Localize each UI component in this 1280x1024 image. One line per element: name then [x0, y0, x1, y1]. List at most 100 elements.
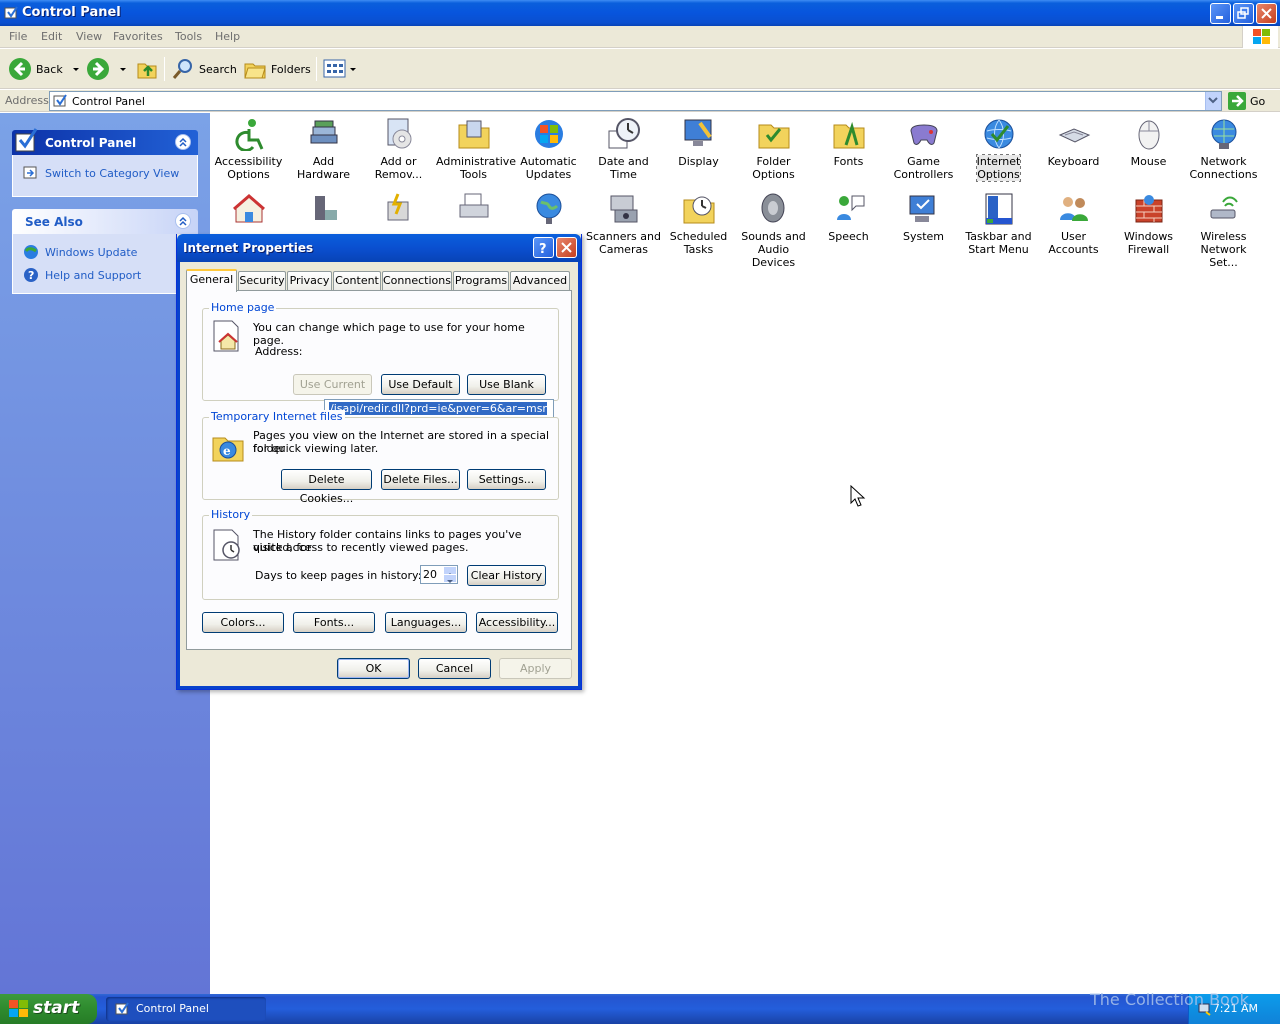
fonts-button[interactable]: Fonts... — [293, 612, 375, 633]
spinner-down-button[interactable] — [443, 574, 457, 583]
network-setup-item[interactable] — [211, 192, 286, 230]
temp-settings-button[interactable]: Settings... — [467, 469, 546, 490]
taskbar-start-menu-item[interactable]: Taskbar and Start Menu — [961, 192, 1036, 256]
address-bar: Address Control Panel Go — [0, 90, 1280, 112]
folder-options-item[interactable]: Folder Options — [736, 117, 811, 181]
go-button[interactable]: Go — [1228, 92, 1265, 110]
automatic-updates-item[interactable]: Automatic Updates — [511, 117, 586, 181]
menu-tools[interactable]: Tools — [175, 30, 202, 43]
scanners-cameras-item[interactable]: Scanners and Cameras — [586, 192, 661, 256]
forward-button[interactable] — [86, 55, 128, 83]
address-dropdown[interactable] — [1205, 92, 1221, 110]
watermark: The Collection Book — [1090, 990, 1249, 1009]
window-titlebar[interactable]: Control Panel — [0, 0, 1280, 26]
days-history-spinner[interactable]: 20 — [420, 565, 458, 584]
tab-privacy[interactable]: Privacy — [287, 271, 332, 291]
menu-favorites[interactable]: Favorites — [113, 30, 163, 43]
clear-history-button[interactable]: Clear History — [467, 565, 546, 586]
wireless-network-item[interactable]: Wireless Network Set... — [1186, 192, 1261, 269]
phone-modem-item[interactable] — [286, 192, 361, 230]
use-current-button[interactable]: Use Current — [293, 374, 372, 395]
menu-view[interactable]: View — [76, 30, 102, 43]
dialog-close-button[interactable] — [556, 237, 577, 258]
search-button[interactable]: Search — [171, 55, 237, 83]
taskbar-control-panel[interactable]: Control Panel — [106, 997, 266, 1021]
add-hardware-icon — [310, 120, 337, 144]
use-blank-button[interactable]: Use Blank — [467, 374, 546, 395]
add-remove-programs-item[interactable]: Add or Remov... — [361, 117, 436, 181]
chevron-down-icon — [350, 68, 356, 71]
sounds-audio-item[interactable]: Sounds and Audio Devices — [736, 192, 811, 269]
switch-category-view-link[interactable]: Switch to Category View — [23, 165, 187, 181]
svg-text:?: ? — [539, 242, 547, 254]
up-folder-button[interactable] — [136, 55, 158, 83]
add-hardware-item[interactable]: Add Hardware — [286, 117, 361, 181]
help-support-link[interactable]: ? Help and Support — [23, 267, 187, 283]
folders-button[interactable]: Folders — [243, 55, 311, 83]
folders-icon — [244, 63, 266, 79]
delete-files-button[interactable]: Delete Files... — [381, 469, 460, 490]
internet-options-item[interactable]: Internet Options — [961, 117, 1036, 182]
views-button[interactable] — [323, 55, 357, 83]
toolbar: Back Search Folders — [0, 49, 1280, 89]
cancel-button[interactable]: Cancel — [418, 658, 491, 679]
tab-connections[interactable]: Connections — [382, 271, 452, 291]
date-time-item[interactable]: Date and Time — [586, 117, 661, 181]
chevron-down-icon — [1208, 97, 1218, 104]
user-accounts-item[interactable]: User Accounts — [1036, 192, 1111, 256]
windows-firewall-item[interactable]: Windows Firewall — [1111, 192, 1186, 256]
tab-security[interactable]: Security — [238, 271, 286, 291]
history-group: History The History folder contains link… — [202, 508, 559, 600]
back-arrow-icon — [9, 58, 31, 80]
ok-button[interactable]: OK — [337, 658, 410, 679]
collapse-button[interactable] — [175, 213, 191, 229]
keyboard-item[interactable]: Keyboard — [1036, 117, 1111, 168]
menu-help[interactable]: Help — [215, 30, 240, 43]
home-page-address-input[interactable]: /isapi/redir.dll?prd=ie&pver=6&ar=msnhom… — [324, 399, 554, 418]
windows-update-link[interactable]: Windows Update — [23, 244, 187, 260]
restore-button[interactable] — [1233, 3, 1254, 24]
user-accounts-icon — [1059, 197, 1088, 221]
start-button[interactable]: start — [0, 994, 97, 1024]
mouse-item[interactable]: Mouse — [1111, 117, 1186, 168]
tab-advanced[interactable]: Advanced — [510, 271, 570, 291]
history-description-2: quick access to recently viewed pages. — [253, 541, 469, 554]
menu-file[interactable]: File — [9, 30, 27, 43]
control-panel-panel-header[interactable]: Control Panel — [12, 128, 198, 155]
tab-programs[interactable]: Programs — [453, 271, 509, 291]
administrative-tools-item[interactable]: Administrative Tools — [436, 117, 516, 181]
address-input[interactable]: Control Panel — [49, 91, 1222, 111]
game-controllers-item[interactable]: Game Controllers — [886, 117, 961, 181]
accessibility-button[interactable]: Accessibility... — [476, 612, 558, 633]
printers-faxes-item[interactable] — [436, 192, 511, 230]
window-title: Control Panel — [22, 5, 121, 20]
delete-cookies-button[interactable]: Delete Cookies... — [281, 469, 372, 505]
speech-item[interactable]: Speech — [811, 192, 886, 243]
regional-options-item[interactable] — [511, 192, 586, 230]
close-button[interactable] — [1256, 3, 1277, 24]
accessibility-options-item[interactable]: Accessibility Options — [211, 117, 286, 181]
dialog-help-button[interactable]: ? — [533, 237, 554, 258]
languages-button[interactable]: Languages... — [385, 612, 467, 633]
network-connections-item[interactable]: Network Connections — [1186, 117, 1261, 181]
display-item[interactable]: Display — [661, 117, 736, 168]
dialog-titlebar[interactable]: Internet Properties ? — [177, 234, 581, 262]
control-panel-icon — [4, 6, 18, 19]
switch-view-icon — [23, 166, 37, 179]
apply-button[interactable]: Apply — [499, 658, 572, 679]
add-remove-programs-icon — [387, 118, 411, 149]
fonts-item[interactable]: Fonts — [811, 117, 886, 168]
menu-edit[interactable]: Edit — [41, 30, 62, 43]
see-also-panel: See Also Windows Update ? Help and Suppo… — [12, 209, 198, 294]
collapse-button[interactable] — [175, 134, 191, 150]
system-item[interactable]: System — [886, 192, 961, 243]
tab-general[interactable]: General — [186, 269, 237, 292]
minimize-button[interactable] — [1210, 3, 1231, 24]
back-button[interactable]: Back — [8, 55, 81, 83]
tab-content[interactable]: Content — [333, 271, 381, 291]
colors-button[interactable]: Colors... — [202, 612, 284, 633]
use-default-button[interactable]: Use Default — [381, 374, 460, 395]
see-also-panel-header[interactable]: See Also — [12, 209, 198, 234]
power-options-item[interactable] — [361, 192, 436, 230]
scheduled-tasks-item[interactable]: Scheduled Tasks — [661, 192, 736, 256]
